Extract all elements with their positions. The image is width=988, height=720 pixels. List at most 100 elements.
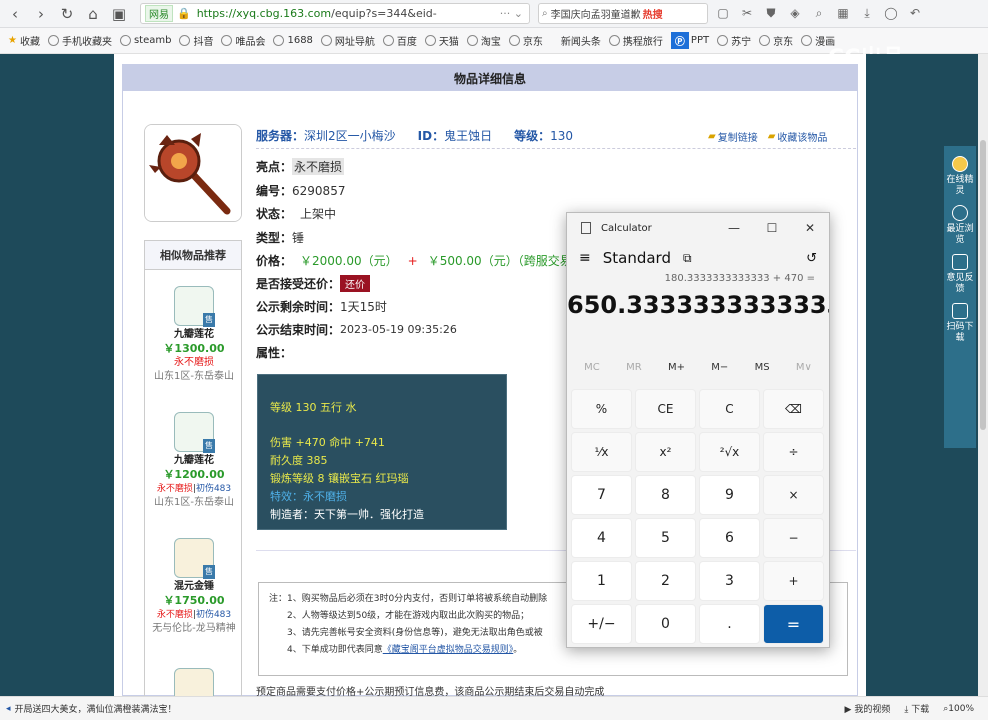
zoom-level[interactable]: ⌕100% xyxy=(943,704,974,714)
cut-icon[interactable]: ✂ xyxy=(738,4,756,22)
shield-icon[interactable]: ⛊ xyxy=(762,4,780,22)
undo-icon[interactable]: ↶ xyxy=(906,4,924,22)
wallet-icon[interactable]: ▣ xyxy=(108,3,130,25)
negate-key[interactable]: +/− xyxy=(571,604,632,644)
status-video[interactable]: ▶ 我的视频 xyxy=(845,702,891,715)
similar-item[interactable]: 售 九瓣莲花 ￥1300.00 永不磨损 山东1区-东岳泰山 xyxy=(145,286,243,384)
maximize-button[interactable]: ☐ xyxy=(753,213,791,243)
close-button[interactable]: ✕ xyxy=(791,213,829,243)
digit-7-key[interactable]: 7 xyxy=(571,475,632,515)
menu-icon[interactable]: ≡ xyxy=(579,250,591,266)
sqrt-key[interactable]: ²√x xyxy=(699,432,760,472)
search-icon: ⌕ xyxy=(542,8,548,19)
back-icon[interactable]: ‹ xyxy=(4,3,26,25)
mminus-button[interactable]: M− xyxy=(711,362,728,384)
minus-key[interactable]: − xyxy=(763,518,824,558)
backspace-key[interactable]: ⌫ xyxy=(763,389,824,429)
bookmark-mobile[interactable]: 手机收藏夹 xyxy=(47,33,112,48)
minimize-button[interactable]: — xyxy=(715,213,753,243)
mplus-button[interactable]: M+ xyxy=(668,362,685,384)
bookmark-tmall[interactable]: 天猫 xyxy=(424,33,459,48)
favorite-link[interactable]: 收藏该物品 xyxy=(777,129,827,144)
scan-download[interactable]: 扫码下载 xyxy=(944,299,976,348)
plus-key[interactable]: + xyxy=(763,561,824,601)
bookmark-nav[interactable]: 网址导航 xyxy=(320,33,375,48)
header-row: 服务器： 深圳2区一小梅沙 ID： 鬼王蚀日 等级： 130 xyxy=(256,127,573,144)
divide-key[interactable]: ÷ xyxy=(763,432,824,472)
bookmark-taobao[interactable]: 淘宝 xyxy=(466,33,501,48)
user-icon[interactable]: ◯ xyxy=(882,4,900,22)
ms-button[interactable]: MS xyxy=(755,362,770,384)
calc-titlebar[interactable]: Calculator — ☐ ✕ xyxy=(567,213,829,243)
speaker-icon: ◂ xyxy=(6,703,11,714)
price-value: ￥2000.00（元） xyxy=(300,254,398,268)
video-icon: ▶ xyxy=(844,705,852,715)
apps-icon[interactable]: ▦ xyxy=(834,4,852,22)
multiply-key[interactable]: × xyxy=(763,475,824,515)
download-icon[interactable]: ⤓ xyxy=(858,4,876,22)
bookmark-1688[interactable]: 1688 xyxy=(273,35,313,46)
scroll-thumb[interactable] xyxy=(980,140,986,430)
reciprocal-key[interactable]: ¹⁄x xyxy=(571,432,632,472)
bookmark-baidu[interactable]: 百度 xyxy=(382,33,417,48)
rules-link[interactable]: 《藏宝阁平台虚拟物品交易规则》 xyxy=(383,645,514,655)
item-thumbnail[interactable] xyxy=(144,124,242,222)
forward-icon[interactable]: › xyxy=(30,3,52,25)
edit-icon xyxy=(952,254,968,270)
game-icon[interactable]: ◈ xyxy=(786,4,804,22)
digit-0-key[interactable]: 0 xyxy=(635,604,696,644)
bookmark-favorites[interactable]: ★ 收藏 xyxy=(8,33,40,48)
bookmark-douyin[interactable]: 抖音 xyxy=(179,33,213,48)
decimal-key[interactable]: . xyxy=(699,604,760,644)
bookmark-jd2[interactable]: 京东 xyxy=(759,33,793,48)
square-key[interactable]: x² xyxy=(635,432,696,472)
status-download[interactable]: ⤓ 下载 xyxy=(904,702,929,715)
sale-tag: 售 xyxy=(203,565,215,579)
sale-tag: 售 xyxy=(203,313,215,327)
digit-1-key[interactable]: 1 xyxy=(571,561,632,601)
digit-8-key[interactable]: 8 xyxy=(635,475,696,515)
online-helper[interactable]: 在线精灵 xyxy=(944,152,976,201)
address-bar[interactable]: 网易 🔒 https://xyq.cbg.163.com/equip?s=344… xyxy=(140,3,530,24)
more-icon[interactable]: ··· ⌄ xyxy=(500,7,523,20)
digit-6-key[interactable]: 6 xyxy=(699,518,760,558)
bookmark-steam[interactable]: steamb xyxy=(119,35,171,46)
lock-icon: 🔒 xyxy=(177,7,191,20)
bookmark-jd[interactable]: 京东 xyxy=(508,33,543,48)
similar-item[interactable]: 售 九瓣莲花 ￥1200.00 永不磨损|初伤483 山东1区-东岳泰山 xyxy=(145,412,243,510)
bookmark-vip[interactable]: 唯品会 xyxy=(221,33,265,48)
bookmark-ppt[interactable]: Ⓟ PPT xyxy=(670,32,709,49)
ce-key[interactable]: CE xyxy=(635,389,696,429)
feedback[interactable]: 意见反馈 xyxy=(944,250,976,299)
percent-key[interactable]: % xyxy=(571,389,632,429)
search-box[interactable]: ⌕ 李国庆向孟羽童道歉 热搜 xyxy=(538,3,708,24)
keep-on-top-icon[interactable]: ⧉ xyxy=(683,251,692,266)
copy-link[interactable]: 复制链接 xyxy=(718,129,758,144)
bookmark-icon[interactable]: ▢ xyxy=(714,4,732,22)
mc-button[interactable]: MC xyxy=(584,362,600,384)
recent-view[interactable]: 最近浏览 xyxy=(944,201,976,250)
bookmark-news[interactable]: 新闻头条 xyxy=(561,33,601,48)
home-icon[interactable]: ⌂ xyxy=(82,3,104,25)
digit-5-key[interactable]: 5 xyxy=(635,518,696,558)
globe-icon xyxy=(273,35,285,46)
mlist-button[interactable]: M∨ xyxy=(796,362,812,384)
equals-key[interactable]: = xyxy=(763,604,824,644)
bookmark-suning[interactable]: 苏宁 xyxy=(717,33,751,48)
helper-icon xyxy=(952,156,968,172)
status-ad[interactable]: 开局送四大美女，满仙位满橙装满法宝！ xyxy=(15,702,177,715)
digit-3-key[interactable]: 3 xyxy=(699,561,760,601)
bookmark-ctrip[interactable]: 携程旅行 xyxy=(608,33,663,48)
bargain-button[interactable]: 还价 xyxy=(340,275,371,292)
history-icon[interactable]: ↺ xyxy=(806,251,817,266)
find-icon[interactable]: ⌕ xyxy=(810,4,828,22)
memory-row: MC MR M+ M− MS M∨ xyxy=(571,362,825,384)
clear-key[interactable]: C xyxy=(699,389,760,429)
digit-9-key[interactable]: 9 xyxy=(699,475,760,515)
globe-icon xyxy=(801,35,813,46)
digit-2-key[interactable]: 2 xyxy=(635,561,696,601)
mr-button[interactable]: MR xyxy=(626,362,642,384)
digit-4-key[interactable]: 4 xyxy=(571,518,632,558)
refresh-icon[interactable]: ↻ xyxy=(56,3,78,25)
similar-item[interactable]: 售 混元金锤 ￥1750.00 永不磨损|初伤483 无与伦比-龙马精神 xyxy=(145,538,243,636)
